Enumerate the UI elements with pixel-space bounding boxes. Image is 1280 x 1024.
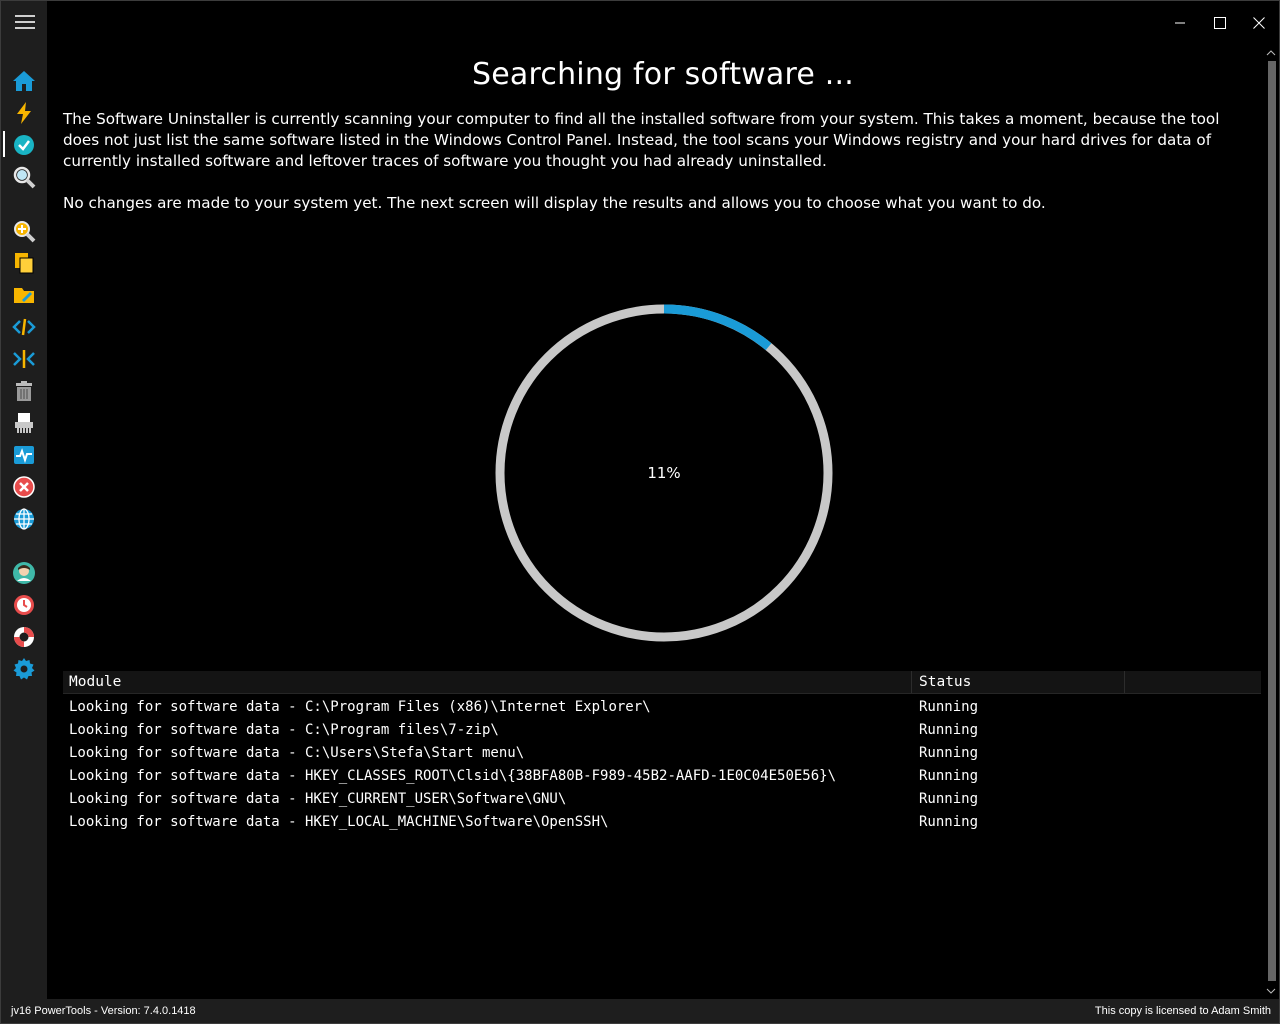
lifebuoy-icon[interactable]	[12, 625, 36, 649]
clock-icon[interactable]	[12, 593, 36, 617]
table-header: Module Status	[63, 671, 1261, 694]
scroll-up-icon[interactable]	[1263, 45, 1279, 61]
globe-icon[interactable]	[12, 507, 36, 531]
lightning-icon[interactable]	[12, 101, 36, 125]
scroll-down-icon[interactable]	[1263, 983, 1279, 999]
version-text: jv16 PowerTools - Version: 7.4.0.1418	[11, 1005, 196, 1017]
check-circle-icon[interactable]	[12, 133, 36, 157]
minimize-icon[interactable]	[1167, 11, 1193, 35]
module-cell: Looking for software data - HKEY_CLASSES…	[69, 768, 837, 784]
column-divider[interactable]	[1124, 671, 1125, 693]
status-cell: Running	[919, 722, 979, 738]
close-icon[interactable]	[1246, 11, 1272, 35]
intro-text: The Software Uninstaller is currently sc…	[63, 110, 1220, 170]
progress-ring: 11%	[494, 303, 834, 643]
vertical-scrollbar[interactable]	[1263, 43, 1279, 999]
table-row[interactable]: Looking for software data - HKEY_LOCAL_M…	[63, 811, 1261, 834]
title-bar	[47, 1, 1279, 43]
module-cell: Looking for software data - C:\Program f…	[69, 722, 499, 738]
folder-edit-icon[interactable]	[12, 283, 36, 307]
table-row[interactable]: Looking for software data - HKEY_CURRENT…	[63, 788, 1261, 811]
table-row[interactable]: Looking for software data - C:\Users\Ste…	[63, 742, 1261, 765]
column-divider[interactable]	[911, 671, 912, 693]
module-cell: Looking for software data - C:\Users\Ste…	[69, 745, 525, 761]
page-title: Searching for software ...	[472, 57, 854, 92]
progress-percent: 11%	[647, 464, 681, 482]
maximize-icon[interactable]	[1207, 11, 1233, 35]
active-indicator	[3, 131, 5, 157]
hamburger-menu-icon[interactable]	[15, 15, 35, 31]
search-icon[interactable]	[12, 165, 36, 189]
code-expand-icon[interactable]	[12, 315, 36, 339]
app-window: Searching for software ... The Software …	[0, 0, 1280, 1024]
status-cell: Running	[919, 814, 979, 830]
module-cell: Looking for software data - HKEY_CURRENT…	[69, 791, 567, 807]
module-cell: Looking for software data - HKEY_LOCAL_M…	[69, 814, 609, 830]
gear-icon[interactable]	[12, 657, 36, 681]
status-cell: Running	[919, 745, 979, 761]
column-header-module[interactable]: Module	[63, 671, 121, 693]
status-cell: Running	[919, 768, 979, 784]
code-collapse-icon[interactable]	[12, 347, 36, 371]
user-icon[interactable]	[12, 561, 36, 585]
sidebar	[1, 1, 47, 999]
status-bar: jv16 PowerTools - Version: 7.4.0.1418 Th…	[1, 999, 1279, 1023]
main-content: Searching for software ... The Software …	[47, 43, 1261, 999]
copy-files-icon[interactable]	[12, 251, 36, 275]
status-cell: Running	[919, 699, 979, 715]
note-text: No changes are made to your system yet. …	[63, 194, 1046, 212]
shredder-icon[interactable]	[12, 411, 36, 435]
module-cell: Looking for software data - C:\Program F…	[69, 699, 651, 715]
table-row[interactable]: Looking for software data - C:\Program f…	[63, 719, 1261, 742]
table-row[interactable]: Looking for software data - HKEY_CLASSES…	[63, 765, 1261, 788]
table-row[interactable]: Looking for software data - C:\Program F…	[63, 696, 1261, 719]
zoom-plus-icon[interactable]	[12, 219, 36, 243]
module-table: Module Status Looking for software data …	[63, 671, 1261, 834]
status-cell: Running	[919, 791, 979, 807]
scrollbar-thumb[interactable]	[1268, 61, 1276, 981]
column-header-status[interactable]: Status	[913, 671, 971, 693]
monitor-icon[interactable]	[12, 443, 36, 467]
license-text: This copy is licensed to Adam Smith	[1094, 1005, 1271, 1017]
error-circle-icon[interactable]	[12, 475, 36, 499]
home-icon[interactable]	[12, 69, 36, 93]
trash-icon[interactable]	[12, 379, 36, 403]
